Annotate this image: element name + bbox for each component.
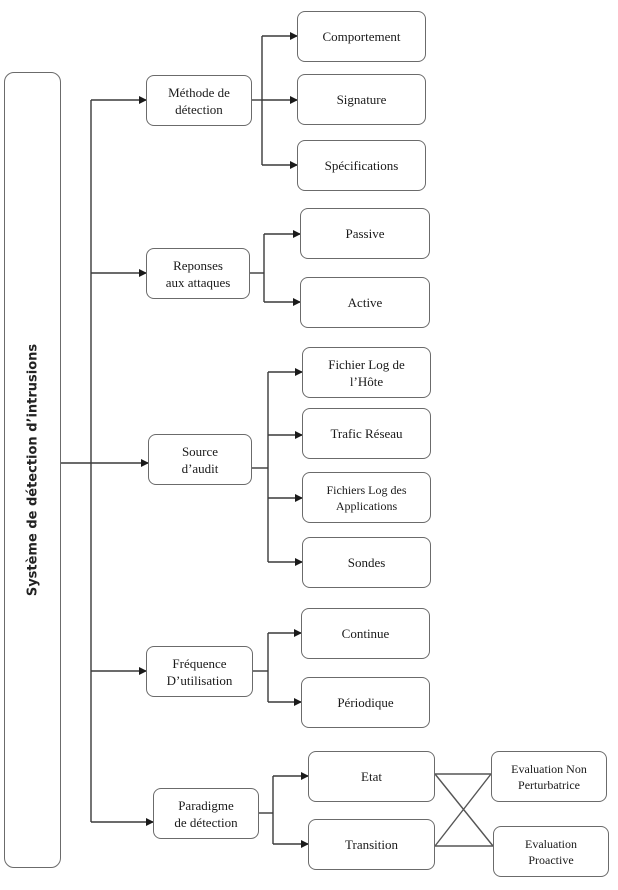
category-detection-paradigm: Paradigme de détection [153, 788, 259, 839]
category-attack-responses: Reponses aux attaques [146, 248, 250, 299]
leaf-probes: Sondes [302, 537, 431, 588]
leaf-continuous: Continue [301, 608, 430, 659]
leaf-active: Active [300, 277, 430, 328]
root-node-ids: Système de détection d’intrusions [4, 72, 61, 868]
ids-taxonomy-diagram: Système de détection d’intrusions Méthod… [0, 0, 618, 890]
leaf-network-traffic: Trafic Réseau [302, 408, 431, 459]
category-detection-method: Méthode de détection [146, 75, 252, 126]
leaf-signature: Signature [297, 74, 426, 125]
leaf-state: Etat [308, 751, 435, 802]
root-label: Système de détection d’intrusions [25, 343, 40, 597]
leaf-host-log-file: Fichier Log de l’Hôte [302, 347, 431, 398]
leaf-application-log-files: Fichiers Log des Applications [302, 472, 431, 523]
category-audit-source: Source d’audit [148, 434, 252, 485]
eval-non-disruptive: Evaluation Non Perturbatrice [491, 751, 607, 802]
leaf-comportement: Comportement [297, 11, 426, 62]
category-usage-frequency: Fréquence D’utilisation [146, 646, 253, 697]
leaf-transition: Transition [308, 819, 435, 870]
leaf-specifications: Spécifications [297, 140, 426, 191]
leaf-passive: Passive [300, 208, 430, 259]
eval-proactive: Evaluation Proactive [493, 826, 609, 877]
leaf-periodic: Périodique [301, 677, 430, 728]
